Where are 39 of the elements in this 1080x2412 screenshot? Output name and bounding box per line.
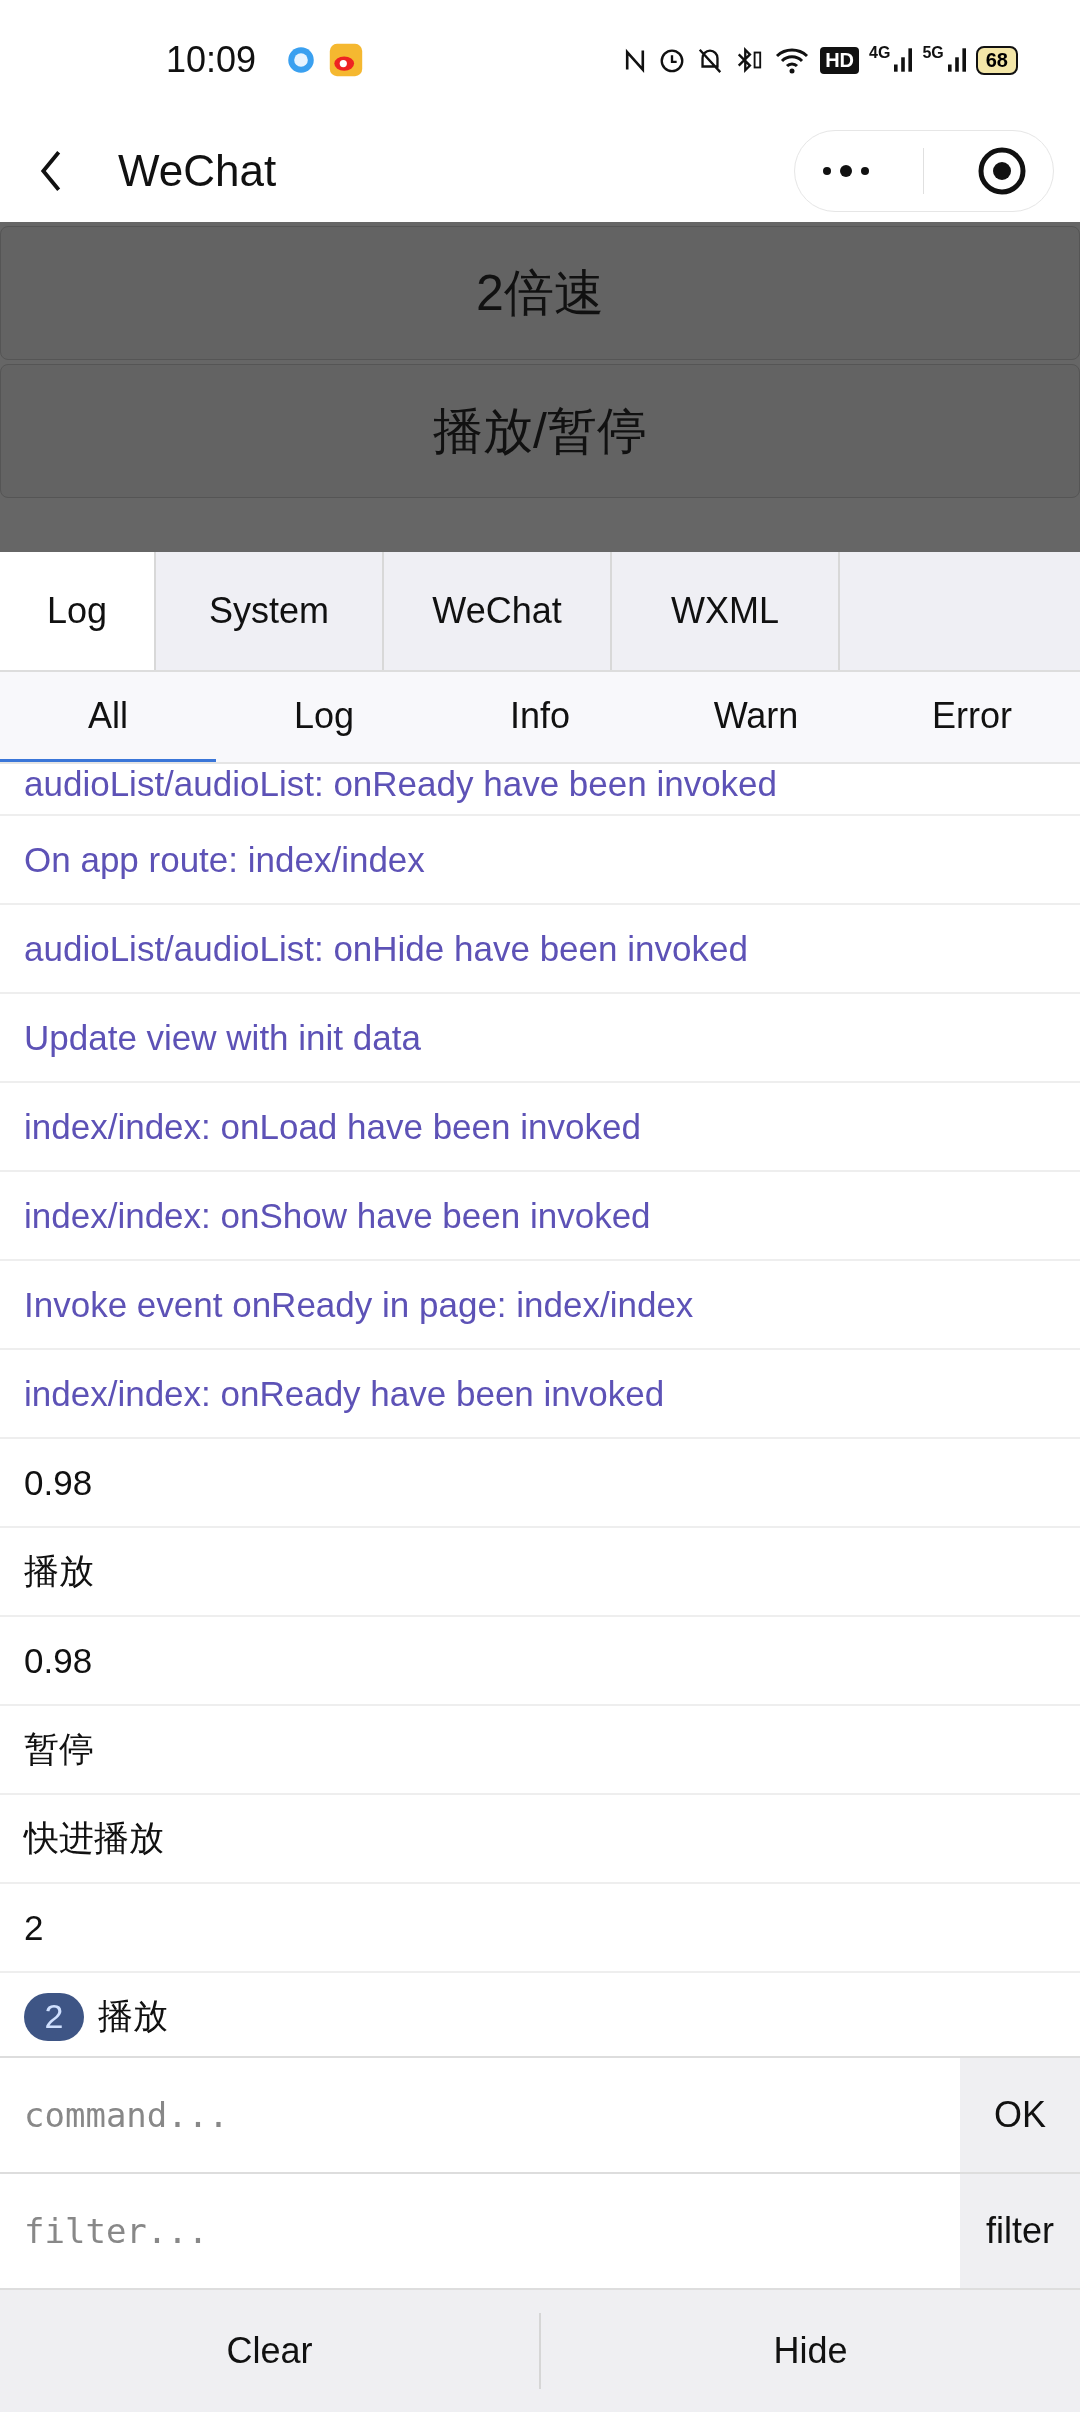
signal-label: 5G bbox=[922, 44, 944, 62]
more-icon[interactable] bbox=[821, 164, 872, 178]
ok-button[interactable]: OK bbox=[960, 2058, 1080, 2172]
app-notification-icon bbox=[328, 42, 365, 78]
signal-icon bbox=[894, 47, 913, 73]
signal-label: 4G bbox=[869, 44, 891, 62]
level-filter[interactable]: Info bbox=[432, 672, 648, 762]
page-title: WeChat bbox=[118, 146, 277, 196]
level-filter[interactable]: All bbox=[0, 672, 216, 762]
filter-button[interactable]: filter bbox=[960, 2174, 1080, 2288]
log-entry: On app route: index/index bbox=[24, 839, 425, 880]
log-entry: Invoke event onReady in page: index/index bbox=[24, 1284, 694, 1325]
log-entry: Update view with init data bbox=[24, 1017, 421, 1058]
log-entry: index/index: onShow have been invoked bbox=[24, 1195, 651, 1236]
log-entry: 0.98 bbox=[24, 1462, 93, 1503]
repeat-count-badge: 2 bbox=[24, 1992, 84, 2041]
log-entry: 2 bbox=[24, 1907, 44, 1948]
level-filter[interactable]: Log bbox=[216, 672, 432, 762]
log-entry: 快进播放 bbox=[24, 1817, 164, 1859]
level-filter[interactable]: Warn bbox=[648, 672, 864, 762]
log-entry: index/index: onLoad have been invoked bbox=[24, 1106, 641, 1147]
close-icon[interactable] bbox=[976, 146, 1027, 196]
log-entry: 暂停 bbox=[24, 1728, 94, 1770]
battery-indicator: 68 bbox=[975, 45, 1018, 75]
log-entry: audioList/audioList: onHide have been invoked bbox=[24, 928, 748, 969]
log-entry: 播放 bbox=[24, 1550, 94, 1592]
console-action-button[interactable]: Clear bbox=[0, 2290, 539, 2412]
back-icon[interactable] bbox=[40, 149, 62, 193]
status-time: 10:09 bbox=[166, 39, 257, 81]
hd-indicator: HD bbox=[820, 46, 860, 74]
console-tab[interactable]: Log bbox=[0, 552, 156, 670]
log-entry: index/index: onReady have been invoked bbox=[24, 1373, 665, 1414]
level-filter[interactable]: Error bbox=[864, 672, 1080, 762]
log-entry: 播放 bbox=[98, 1995, 168, 2037]
console-action-button[interactable]: Hide bbox=[541, 2290, 1080, 2412]
signal-icon bbox=[947, 47, 966, 73]
wifi-icon bbox=[774, 46, 811, 74]
log-entry: 0.98 bbox=[24, 1640, 93, 1681]
log-entry: audioList/audioList: onReady have been invoked bbox=[24, 764, 778, 804]
